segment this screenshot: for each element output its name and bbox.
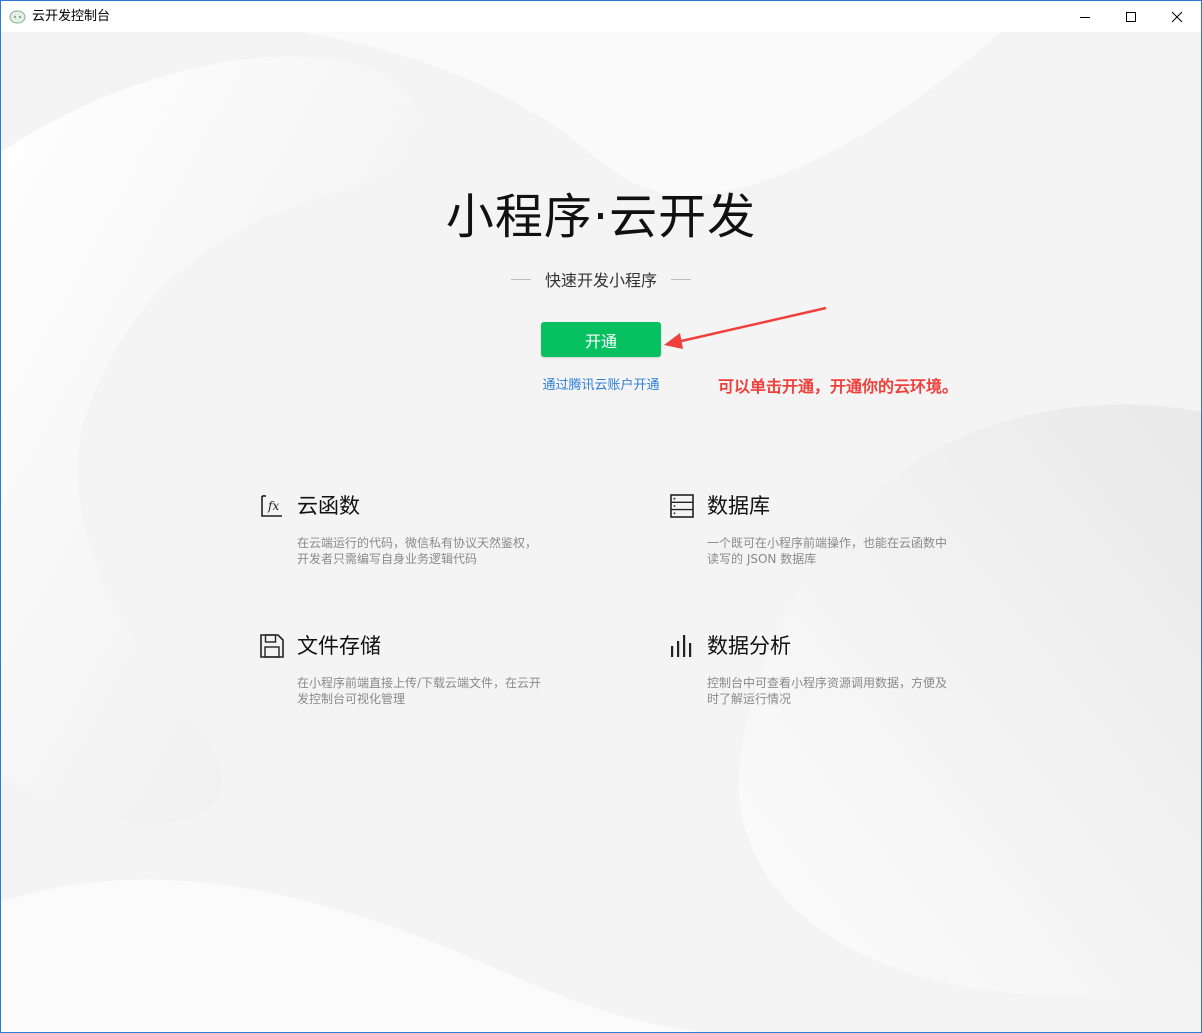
window-title: 云开发控制台 bbox=[32, 9, 111, 24]
main-content: 小程序·云开发 快速开发小程序 开通 通过腾讯云账户开通 可以单击开通，开通你的… bbox=[1, 32, 1201, 1032]
minimize-button[interactable] bbox=[1062, 1, 1108, 32]
feature-title: 云函数 bbox=[297, 494, 360, 518]
feature-desc-line: 控制台中可查看小程序资源调用数据，方便及 bbox=[707, 676, 948, 690]
maximize-button[interactable] bbox=[1108, 1, 1154, 32]
bar-chart-icon bbox=[671, 635, 692, 657]
feature-desc-line: 读写的 JSON 数据库 bbox=[707, 552, 817, 566]
feature-description: 控制台中可查看小程序资源调用数据，方便及 时了解运行情况 bbox=[707, 675, 962, 707]
close-icon bbox=[1171, 11, 1183, 22]
database-icon bbox=[670, 494, 694, 518]
close-button[interactable] bbox=[1154, 1, 1200, 32]
feature-title: 数据库 bbox=[707, 494, 770, 518]
annotation-text: 可以单击开通，开通你的云环境。 bbox=[718, 377, 959, 396]
function-fx-icon: fx bbox=[261, 495, 282, 517]
feature-desc-line: 时了解运行情况 bbox=[707, 692, 792, 706]
feature-desc-line: 在云端运行的代码，微信私有协议天然鉴权， bbox=[297, 536, 538, 550]
maximize-icon bbox=[1126, 11, 1136, 22]
storage-disk-icon bbox=[260, 634, 284, 658]
title-bar[interactable]: 云开发控制台 bbox=[1, 1, 1201, 32]
svg-text:fx: fx bbox=[267, 499, 279, 513]
feature-title: 数据分析 bbox=[707, 634, 791, 658]
app-window: 云开发控制台 小程序·云开发 快速开发小程序 开通 通过腾讯云账户开通 可以单击… bbox=[0, 0, 1202, 1033]
feature-desc-line: 发控制台可视化管理 bbox=[297, 692, 406, 706]
feature-desc-line: 开发者只需编写自身业务逻辑代码 bbox=[297, 552, 478, 566]
feature-desc-line: 一个既可在小程序前端操作，也能在云函数中 bbox=[707, 536, 948, 550]
annotation-arrow bbox=[664, 306, 827, 349]
feature-description: 在云端运行的代码，微信私有协议天然鉴权， 开发者只需编写自身业务逻辑代码 bbox=[297, 535, 552, 567]
feature-description: 在小程序前端直接上传/下载云端文件，在云开 发控制台可视化管理 bbox=[297, 675, 552, 707]
feature-description: 一个既可在小程序前端操作，也能在云函数中 读写的 JSON 数据库 bbox=[707, 535, 962, 567]
feature-desc-line: 在小程序前端直接上传/下载云端文件，在云开 bbox=[297, 676, 542, 690]
minimize-icon bbox=[1080, 16, 1090, 18]
cloud-app-icon bbox=[9, 10, 26, 24]
feature-title: 文件存储 bbox=[297, 634, 381, 658]
